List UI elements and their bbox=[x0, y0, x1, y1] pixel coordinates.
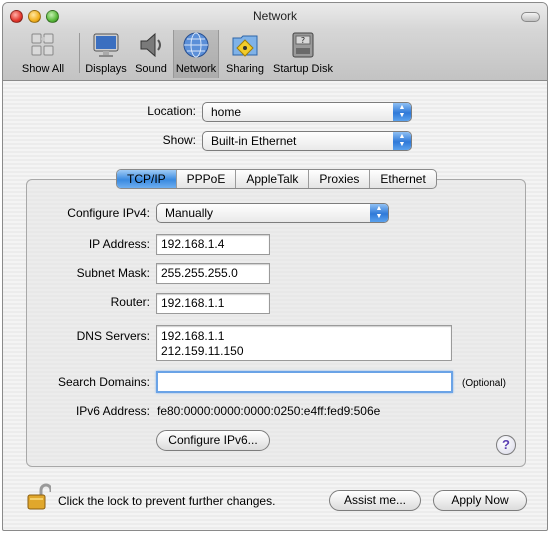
router-label: Router: bbox=[110, 295, 150, 309]
configure-ipv4-value: Manually bbox=[165, 206, 214, 220]
dns-servers-label: DNS Servers: bbox=[76, 329, 150, 343]
dns-server-entry: 192.168.1.1 bbox=[161, 329, 225, 343]
location-value: home bbox=[211, 105, 242, 119]
tab-ethernet[interactable]: Ethernet bbox=[370, 170, 435, 188]
chevron-updown-icon: ▲ ▼ bbox=[393, 103, 411, 121]
tab-bar: TCP/IP PPPoE AppleTalk Proxies Ethernet bbox=[116, 169, 437, 189]
toolbar-label: Show All bbox=[21, 63, 65, 75]
configure-ipv4-popup[interactable]: Manually ▲ ▼ bbox=[156, 203, 389, 223]
help-button[interactable]: ? bbox=[496, 435, 516, 455]
ipv6-address-value: fe80:0000:0000:0000:0250:e4ff:fed9:506e bbox=[157, 404, 381, 418]
search-domains-label: Search Domains: bbox=[57, 375, 150, 389]
toolbar-label: Network bbox=[175, 63, 217, 75]
toolbar-sound[interactable]: Sound bbox=[133, 30, 169, 78]
dns-server-entry: 212.159.11.150 bbox=[161, 344, 244, 358]
speaker-icon bbox=[140, 32, 161, 58]
dns-servers-field[interactable]: 192.168.1.1 212.159.11.150 bbox=[156, 325, 452, 361]
ip-address-label: IP Address: bbox=[88, 237, 150, 251]
location-popup[interactable]: home ▲ ▼ bbox=[202, 102, 412, 122]
configure-ipv6-button[interactable]: Configure IPv6... bbox=[156, 430, 270, 451]
toolbar-label: Displays bbox=[85, 63, 127, 75]
globe-icon bbox=[183, 32, 209, 58]
tab-pppoe[interactable]: PPPoE bbox=[177, 170, 237, 188]
subnet-mask-field[interactable]: 255.255.255.0 bbox=[156, 263, 270, 284]
sharing-folder-icon bbox=[232, 35, 258, 57]
tab-appletalk[interactable]: AppleTalk bbox=[236, 170, 310, 188]
toolbar-sharing[interactable]: Sharing bbox=[223, 30, 267, 78]
show-label: Show: bbox=[162, 133, 196, 147]
show-all-icon bbox=[31, 33, 54, 56]
toolbar-network[interactable]: Network bbox=[173, 30, 219, 78]
toolbar-toggle-button[interactable] bbox=[521, 12, 540, 22]
assist-me-button[interactable]: Assist me... bbox=[329, 490, 421, 511]
location-label: Location: bbox=[147, 104, 196, 118]
toolbar-displays[interactable]: Displays bbox=[83, 30, 129, 78]
show-popup[interactable]: Built-in Ethernet ▲ ▼ bbox=[202, 131, 412, 151]
lock-icon[interactable] bbox=[27, 483, 51, 511]
toolbar-separator bbox=[79, 33, 80, 73]
tab-proxies[interactable]: Proxies bbox=[309, 170, 371, 188]
toolbar-label: Sound bbox=[135, 63, 167, 75]
configure-ipv4-label: Configure IPv4: bbox=[67, 206, 150, 220]
display-icon bbox=[93, 33, 119, 57]
router-field[interactable]: 192.168.1.1 bbox=[156, 293, 270, 314]
search-domains-field[interactable] bbox=[156, 371, 453, 393]
toolbar-startup-disk[interactable]: ? Startup Disk bbox=[271, 30, 335, 78]
show-value: Built-in Ethernet bbox=[211, 134, 297, 148]
network-preferences-window: Network Show All Displays Sound Network … bbox=[2, 2, 548, 531]
ipv6-address-label: IPv6 Address: bbox=[75, 404, 150, 418]
tab-tcpip[interactable]: TCP/IP bbox=[117, 170, 177, 188]
title-bar: Network Show All Displays Sound Network … bbox=[3, 3, 547, 81]
apply-now-button[interactable]: Apply Now bbox=[433, 490, 527, 511]
toolbar-show-all[interactable]: Show All bbox=[15, 30, 71, 78]
chevron-updown-icon: ▲ ▼ bbox=[393, 132, 411, 150]
toolbar-label: Sharing bbox=[226, 63, 264, 75]
lock-message: Click the lock to prevent further change… bbox=[58, 494, 276, 508]
chevron-updown-icon: ▲ ▼ bbox=[370, 204, 388, 222]
svg-text:?: ? bbox=[301, 36, 305, 45]
disk-icon: ? bbox=[292, 32, 314, 58]
subnet-mask-label: Subnet Mask: bbox=[76, 266, 150, 280]
toolbar-label: Startup Disk bbox=[273, 63, 333, 75]
optional-hint: (Optional) bbox=[462, 378, 506, 389]
window-title: Network bbox=[252, 9, 297, 23]
ip-address-field[interactable]: 192.168.1.4 bbox=[156, 234, 270, 255]
